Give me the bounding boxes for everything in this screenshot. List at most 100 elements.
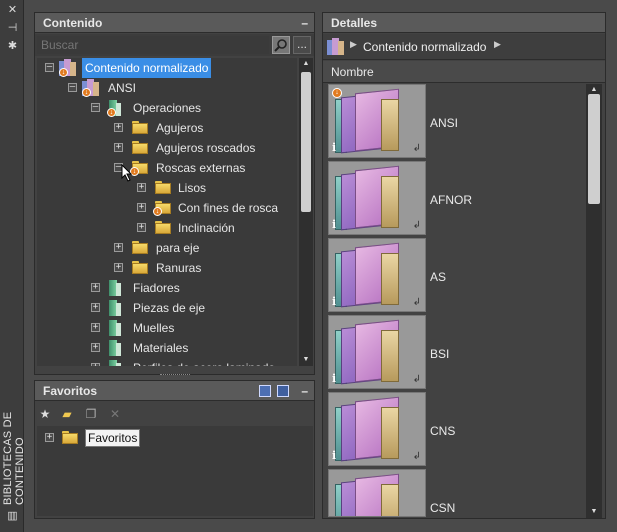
scroll-up-button[interactable]: ▲ [299, 58, 313, 70]
insert-arrow-icon[interactable]: ↲ [413, 374, 421, 385]
grid-view-icon[interactable] [259, 385, 271, 397]
library-item-name[interactable]: ANSI [430, 116, 458, 130]
info-icon[interactable]: i [332, 141, 336, 154]
expand-toggle[interactable]: + [91, 363, 100, 366]
info-icon[interactable]: i [332, 372, 336, 385]
details-scrollbar[interactable]: ▲ ▼ [586, 84, 602, 518]
library-item-thumbnail[interactable]: i ↲ [328, 392, 426, 466]
tree-node-muelles[interactable]: + Muelles [37, 318, 297, 338]
info-icon[interactable]: i [332, 295, 336, 308]
tree-node-perfiles-de-acero-laminado[interactable]: + Perfiles de acero laminado [37, 358, 297, 366]
content-panel: Contenido – ... – ↓ Contenido normalizad… [34, 12, 315, 375]
expand-toggle[interactable]: + [91, 323, 100, 332]
library-item-thumbnail[interactable]: ↓ i ↲ [328, 84, 426, 158]
tree-node-favoritos[interactable]: + Favoritos [37, 428, 313, 448]
tree-node-materiales[interactable]: + Materiales [37, 338, 297, 358]
new-folder-icon[interactable]: ▰ [60, 407, 74, 421]
info-icon[interactable]: i [332, 449, 336, 462]
search-icon [274, 39, 287, 52]
list-view-icon[interactable] [277, 385, 289, 397]
tree-label: Roscas externas [156, 161, 246, 175]
copy-icon[interactable]: ❐ [84, 407, 98, 421]
tree-node-fiadores[interactable]: + Fiadores [37, 278, 297, 298]
scroll-down-button[interactable]: ▼ [299, 354, 313, 366]
insert-arrow-icon[interactable]: ↲ [413, 143, 421, 154]
library-icon: ↓ [59, 59, 77, 77]
tree-node-ranuras[interactable]: + Ranuras [37, 258, 297, 278]
library-item-thumbnail[interactable]: i ↲ [328, 315, 426, 389]
tree-label: Favoritos [85, 429, 141, 447]
breadcrumb-separator-icon: ▶ [350, 39, 357, 49]
tree-label: para eje [156, 241, 200, 255]
splitter-grip[interactable] [160, 374, 190, 378]
add-favorite-icon[interactable]: ★ [38, 407, 52, 421]
column-header-name[interactable]: Nombre [323, 61, 605, 83]
expand-toggle[interactable]: + [137, 223, 146, 232]
folder-icon [132, 141, 148, 154]
expand-toggle[interactable]: + [91, 303, 100, 312]
breadcrumb-arrow-icon[interactable]: ▶ [494, 39, 501, 50]
folder-icon [155, 221, 171, 234]
tree-label: Muelles [133, 321, 175, 335]
tree-node-operaciones[interactable]: – ↓ Operaciones [37, 98, 297, 118]
tree-node-roscas-externas[interactable]: – ↓ Roscas externas [37, 158, 297, 182]
category-icon [107, 340, 123, 356]
library-item-name[interactable]: AS [430, 270, 446, 284]
insert-arrow-icon[interactable]: ↲ [413, 451, 421, 462]
collapse-toggle[interactable]: – [68, 83, 77, 92]
expand-toggle[interactable]: + [114, 263, 123, 272]
expand-toggle[interactable]: + [114, 243, 123, 252]
tree-node-agujeros-roscados[interactable]: + Agujeros roscados [37, 138, 297, 158]
tree-node-piezas-de-eje[interactable]: + Piezas de eje [37, 298, 297, 318]
library-item-name[interactable]: AFNOR [430, 193, 472, 207]
favorites-collapse-button[interactable]: – [301, 381, 308, 401]
tree-node-con-fines-de-rosca[interactable]: + ↓ Con fines de rosca [37, 198, 297, 218]
library-item-thumbnail[interactable]: i ↲ [328, 161, 426, 235]
library-icon[interactable]: ▥ [6, 510, 19, 523]
tree-label: Materiales [133, 341, 189, 355]
palette-sidebar: ✕ ⊣ ✱ BIBLIOTECAS DE CONTENIDO ▥ [0, 0, 26, 532]
library-item-name[interactable]: CNS [430, 424, 455, 438]
insert-arrow-icon[interactable]: ↲ [413, 220, 421, 231]
search-button[interactable] [272, 36, 290, 54]
collapse-toggle[interactable]: – [45, 63, 54, 72]
breadcrumb-item[interactable]: Contenido normalizado [363, 40, 486, 54]
tree-node-inclinacion[interactable]: + Inclinación [37, 218, 297, 238]
content-tree-scrollbar[interactable]: ▲ ▼ [299, 58, 313, 366]
expand-toggle[interactable]: + [114, 123, 123, 132]
expand-toggle[interactable]: + [45, 433, 54, 442]
tree-node-lisos[interactable]: + Lisos [37, 178, 297, 198]
info-icon[interactable]: i [332, 218, 336, 231]
settings-icon[interactable]: ✱ [6, 40, 19, 53]
library-item-name[interactable]: CSN [430, 501, 455, 515]
search-input[interactable] [37, 36, 269, 54]
library-icon: ↓ [82, 79, 100, 97]
scroll-down-button[interactable]: ▼ [586, 506, 602, 518]
scroll-thumb[interactable] [588, 94, 600, 204]
expand-toggle[interactable]: + [137, 183, 146, 192]
tree-label: Piezas de eje [133, 301, 206, 315]
tree-node-contenido-normalizado[interactable]: – ↓ Contenido normalizado [37, 58, 297, 78]
library-item-thumbnail[interactable] [328, 469, 426, 517]
palette-title: BIBLIOTECAS DE CONTENIDO [2, 411, 26, 505]
library-item-name[interactable]: BSI [430, 347, 449, 361]
tree-node-para-eje[interactable]: + para eje [37, 238, 297, 258]
insert-arrow-icon[interactable]: ↲ [413, 297, 421, 308]
expand-toggle[interactable]: + [114, 143, 123, 152]
tree-label: Fiadores [133, 281, 180, 295]
scroll-thumb[interactable] [301, 72, 311, 212]
delete-icon[interactable]: ✕ [108, 407, 122, 421]
tree-node-agujeros[interactable]: + Agujeros [37, 118, 297, 138]
content-collapse-button[interactable]: – [301, 13, 308, 33]
expand-toggle[interactable]: + [91, 283, 100, 292]
collapse-toggle[interactable]: – [91, 103, 100, 112]
expand-toggle[interactable]: + [137, 203, 146, 212]
content-panel-header: Contenido – [35, 13, 314, 33]
tree-label: Agujeros roscados [156, 141, 256, 155]
close-icon[interactable]: ✕ [6, 4, 19, 17]
tree-node-ansi[interactable]: – ↓ ANSI [37, 78, 297, 98]
expand-toggle[interactable]: + [91, 343, 100, 352]
pin-icon[interactable]: ⊣ [6, 22, 19, 35]
search-options-button[interactable]: ... [293, 36, 311, 54]
library-item-thumbnail[interactable]: i ↲ [328, 238, 426, 312]
